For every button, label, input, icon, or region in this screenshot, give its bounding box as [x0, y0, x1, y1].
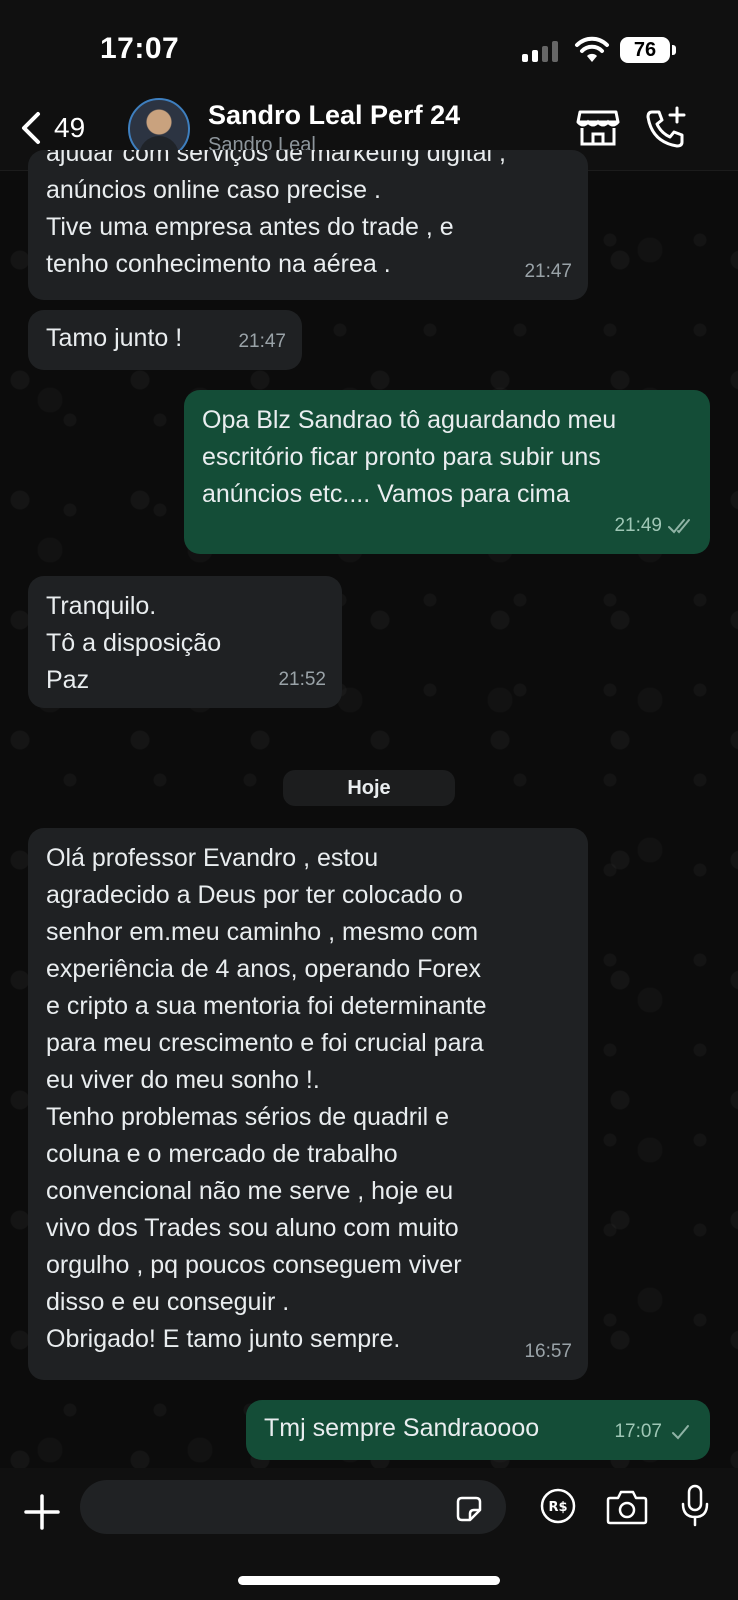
- message-bubble-outgoing[interactable]: Tmj sempre Sandraoooo 17:07: [246, 1400, 710, 1460]
- message-meta: 21:47: [238, 323, 286, 360]
- message-time: 16:57: [524, 1341, 572, 1362]
- date-separator: Hoje: [283, 770, 455, 806]
- svg-text:R$: R$: [548, 1500, 567, 1515]
- message-input[interactable]: [80, 1480, 506, 1534]
- message-meta: 16:57: [524, 1333, 572, 1370]
- unread-count: 49: [54, 112, 86, 143]
- currency-real-icon[interactable]: R$: [540, 1488, 576, 1524]
- message-meta: 17:07: [614, 1413, 694, 1450]
- message-bubble-incoming[interactable]: Tamo junto ! 21:47: [28, 310, 302, 370]
- sticker-icon[interactable]: [454, 1494, 484, 1524]
- message-bubble-incoming[interactable]: ajudar com serviços de marketing digital…: [28, 150, 588, 300]
- message-text: Opa Blz Sandrao tô aguardando meu escrit…: [202, 406, 617, 508]
- message-bubble-incoming[interactable]: Tranquilo. Tô a disposição Paz 21:52: [28, 576, 342, 708]
- message-bubble-outgoing[interactable]: Opa Blz Sandrao tô aguardando meu escrit…: [184, 390, 710, 554]
- message-time: 21:49: [614, 515, 662, 536]
- message-time: 21:47: [238, 331, 286, 352]
- message-meta: 21:47: [524, 253, 572, 290]
- message-meta: 21:49: [614, 507, 694, 544]
- battery-indicator: 76: [620, 37, 670, 63]
- back-button[interactable]: 49: [18, 106, 85, 150]
- microphone-icon[interactable]: [680, 1484, 710, 1528]
- status-time: 17:07: [100, 32, 180, 65]
- single-check-icon: [672, 1424, 689, 1439]
- message-bubble-incoming[interactable]: Olá professor Evandro , estou agradecido…: [28, 828, 588, 1380]
- message-text: ajudar com serviços de marketing digital…: [46, 150, 506, 278]
- message-time: 21:47: [524, 261, 572, 282]
- message-time: 17:07: [614, 1421, 662, 1442]
- chevron-left-icon: [22, 112, 40, 144]
- store-icon[interactable]: [576, 108, 620, 148]
- message-meta: 21:52: [278, 661, 326, 698]
- double-check-icon: [668, 518, 690, 533]
- home-indicator[interactable]: [238, 1576, 500, 1585]
- battery-tip: [672, 45, 676, 55]
- wifi-icon: [575, 36, 609, 62]
- contact-name[interactable]: Sandro Leal Perf 24: [208, 100, 460, 131]
- cellular-signal-icon: [522, 40, 562, 62]
- plus-icon[interactable]: [20, 1490, 64, 1534]
- add-call-icon[interactable]: [644, 106, 688, 150]
- camera-icon[interactable]: [606, 1488, 648, 1526]
- message-text: Olá professor Evandro , estou agradecido…: [46, 844, 487, 1353]
- message-time: 21:52: [278, 669, 326, 690]
- status-bar: 17:07 76: [0, 0, 738, 92]
